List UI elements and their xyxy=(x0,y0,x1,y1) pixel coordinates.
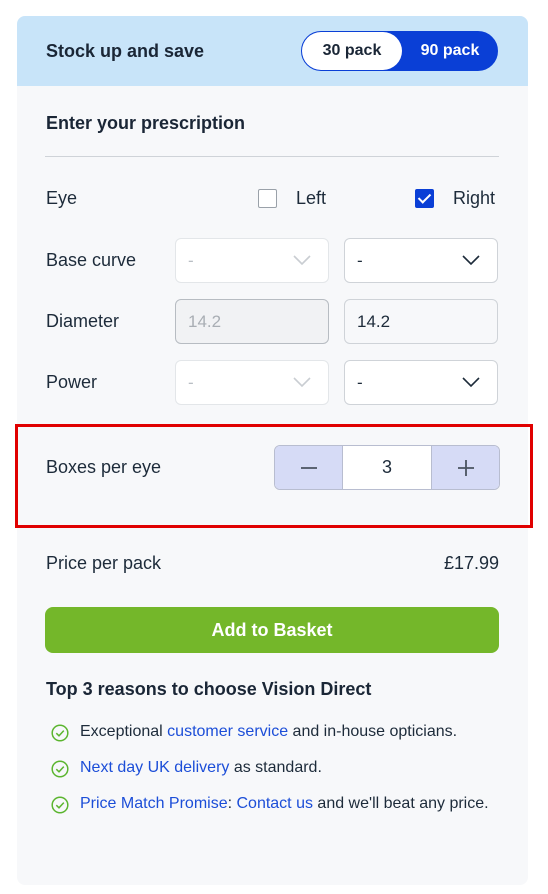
base-curve-right-select[interactable]: - xyxy=(344,238,498,283)
diameter-right-value: 14.2 xyxy=(357,312,391,331)
stock-up-banner: Stock up and save 30 pack 90 pack xyxy=(17,16,528,86)
add-to-basket-button[interactable]: Add to Basket xyxy=(45,607,499,653)
reason-text: Price Match Promise: Contact us and we'l… xyxy=(80,791,490,817)
reason-item: Next day UK delivery as standard. xyxy=(51,759,322,781)
next-day-delivery-link[interactable]: Next day UK delivery xyxy=(80,759,229,776)
power-left-select: - xyxy=(175,360,329,405)
left-eye-checkbox-group[interactable]: Left xyxy=(258,188,326,209)
divider xyxy=(45,156,499,157)
check-circle-icon xyxy=(51,724,69,742)
diameter-label: Diameter xyxy=(46,311,120,331)
banner-title: Stock up and save xyxy=(46,41,205,61)
check-circle-icon xyxy=(51,760,69,778)
contact-us-link[interactable]: Contact us xyxy=(236,795,312,812)
highlight-box xyxy=(15,424,533,528)
pack-90-option[interactable]: 90 pack xyxy=(402,32,498,70)
chevron-down-icon xyxy=(293,255,311,266)
reason-text-part: and in-house opticians. xyxy=(288,723,458,740)
base-curve-right-value: - xyxy=(357,251,363,270)
power-right-select[interactable]: - xyxy=(344,360,498,405)
chevron-down-icon xyxy=(462,255,480,266)
power-right-value: - xyxy=(357,373,363,392)
prescription-title: Enter your prescription xyxy=(46,113,246,133)
right-eye-label: Right xyxy=(453,188,496,208)
base-curve-left-select: - xyxy=(175,238,329,283)
chevron-down-icon xyxy=(462,377,480,388)
pack-30-option[interactable]: 30 pack xyxy=(302,32,402,70)
base-curve-label: Base curve xyxy=(46,250,137,270)
reason-item: Exceptional customer service and in-hous… xyxy=(51,723,457,745)
check-circle-icon xyxy=(51,796,69,814)
reason-text: Exceptional customer service and in-hous… xyxy=(80,719,457,745)
chevron-down-icon xyxy=(293,377,311,388)
reason-text-part: Exceptional xyxy=(80,723,168,740)
right-eye-checkbox-group[interactable]: Right xyxy=(415,188,495,209)
customer-service-link[interactable]: customer service xyxy=(167,723,288,740)
reason-text-part: as standard. xyxy=(229,759,322,776)
price-match-link[interactable]: Price Match Promise xyxy=(80,795,228,812)
diameter-left-value: 14.2 xyxy=(188,312,222,331)
power-left-value: - xyxy=(188,373,194,392)
price-per-pack-label: Price per pack xyxy=(46,553,162,573)
reason-text: Next day UK delivery as standard. xyxy=(80,755,322,781)
pack-size-toggle: 30 pack 90 pack xyxy=(301,31,498,71)
left-eye-checkbox[interactable] xyxy=(258,189,277,208)
left-eye-label: Left xyxy=(296,188,327,208)
right-eye-checkbox[interactable] xyxy=(415,189,434,208)
price-per-pack-value: £17.99 xyxy=(443,553,499,573)
base-curve-left-value: - xyxy=(188,251,194,270)
diameter-left-field: 14.2 xyxy=(175,299,329,344)
power-label: Power xyxy=(46,372,98,392)
reasons-title: Top 3 reasons to choose Vision Direct xyxy=(46,679,372,699)
reason-item: Price Match Promise: Contact us and we'l… xyxy=(51,795,491,817)
eye-label: Eye xyxy=(46,188,78,208)
reason-text-part: and we'll beat any price. xyxy=(312,795,489,812)
diameter-right-field: 14.2 xyxy=(344,299,498,344)
